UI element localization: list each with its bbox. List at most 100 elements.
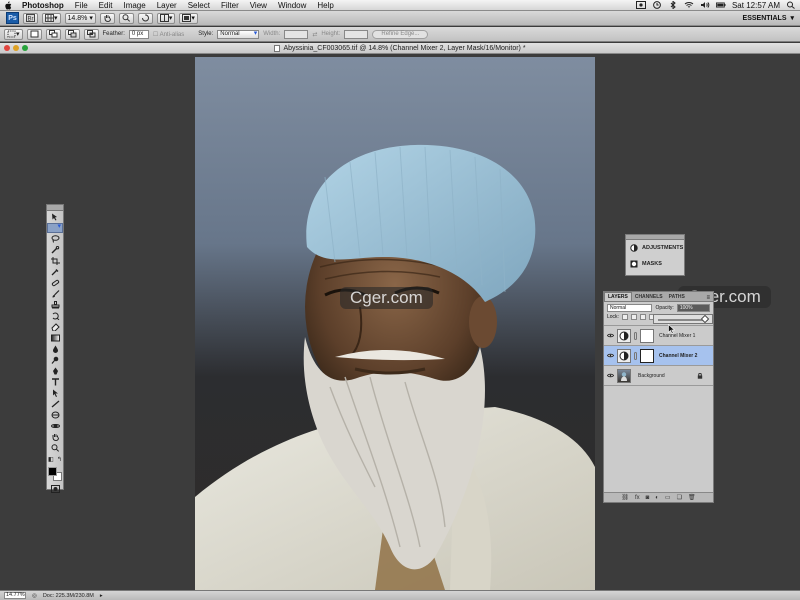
close-window-button[interactable] [4,45,10,51]
zoom-tool[interactable] [48,443,62,453]
3d-orbit-tool[interactable] [48,421,62,431]
minimize-window-button[interactable] [13,45,19,51]
layer-mask-thumbnail[interactable] [640,328,654,343]
menu-view[interactable]: View [250,1,267,10]
layer-row-background[interactable]: Background [604,366,713,386]
menubar-clock[interactable]: Sat 12:57 AM [732,1,780,10]
bluetooth-icon[interactable] [668,1,678,9]
lock-pixels-icon[interactable] [630,314,637,320]
background-layer-thumbnail[interactable] [617,368,631,383]
zoom-window-button[interactable] [22,45,28,51]
eye-icon[interactable] [607,333,614,338]
menu-image[interactable]: Image [123,1,145,10]
default-colors-toggle[interactable]: ◧ ↰ [48,454,62,464]
line-tool[interactable] [48,399,62,409]
height-input[interactable] [344,29,369,39]
lasso-tool[interactable] [48,234,62,244]
gradient-tool[interactable] [48,333,62,343]
tab-paths[interactable]: PATHS [666,293,688,301]
type-tool[interactable] [48,377,62,387]
healing-brush-tool[interactable] [48,278,62,288]
adjustment-layer-thumbnail[interactable] [617,348,631,363]
status-zoom-field[interactable]: 14.77% [4,592,26,599]
view-extras-button[interactable]: ▾ [42,12,61,24]
tab-channels[interactable]: CHANNELS [632,293,666,301]
add-mask-icon[interactable]: ◙ [646,495,650,501]
launch-bridge-button[interactable]: Br [23,12,38,24]
hand-tool-button[interactable] [99,12,115,24]
adjustments-panel-button[interactable]: ADJUSTMENTS [626,240,684,256]
move-tool[interactable] [48,212,62,222]
lock-transparency-icon[interactable] [621,314,628,320]
clone-stamp-tool[interactable] [48,300,62,310]
workspace-switcher[interactable]: ESSENTIALS ▾ [743,14,794,23]
layer-name[interactable]: Channel Mixer 1 [659,333,695,339]
eyedropper-tool[interactable] [48,267,62,277]
feather-input[interactable]: 0 px [128,29,149,39]
menu-select[interactable]: Select [188,1,210,10]
status-info-icon[interactable]: ◎ [32,593,37,599]
delete-layer-icon[interactable]: 🗑 [688,494,696,501]
menu-filter[interactable]: Filter [221,1,239,10]
swap-width-height-icon[interactable]: ⇄ [312,31,317,38]
mask-link-icon[interactable] [634,331,637,340]
path-selection-tool[interactable] [48,388,62,398]
eye-icon[interactable] [607,373,614,378]
time-machine-icon[interactable] [652,1,662,9]
screen-mode-button[interactable]: ▾ [179,12,198,24]
add-to-selection-button[interactable] [45,28,61,40]
blur-tool[interactable] [48,344,62,354]
mask-link-icon[interactable] [634,351,637,360]
menu-help[interactable]: Help [317,1,333,10]
opacity-slider-handle[interactable] [700,314,710,324]
new-selection-button[interactable] [26,28,42,40]
quick-mask-toggle[interactable] [48,484,62,494]
style-select[interactable]: Normal [217,29,260,39]
history-brush-tool[interactable] [48,311,62,321]
panel-menu-icon[interactable]: ≡ [706,295,710,301]
volume-icon[interactable] [700,1,710,9]
layer-row-channel-mixer-2[interactable]: Channel Mixer 2 [604,346,713,366]
pen-tool[interactable] [48,366,62,376]
menu-edit[interactable]: Edit [99,1,113,10]
refine-edge-button[interactable]: Refine Edge... [372,29,429,39]
screen-capture-icon[interactable] [635,1,646,9]
hand-tool[interactable] [48,432,62,442]
rotate-view-button[interactable] [137,12,153,24]
spotlight-search-icon[interactable] [786,1,796,9]
foreground-color-swatch[interactable] [48,467,57,476]
layer-name[interactable]: Background [638,373,665,379]
tab-layers[interactable]: LAYERS [604,292,632,301]
menu-app-name[interactable]: Photoshop [22,1,64,10]
apple-icon[interactable] [4,0,12,10]
tool-preset-picker[interactable]: ▾ [4,28,23,40]
subtract-from-selection-button[interactable] [64,28,80,40]
dodge-tool[interactable] [48,355,62,365]
color-swatches[interactable] [48,467,62,481]
opacity-slider-popup[interactable] [653,314,713,324]
menu-file[interactable]: File [75,1,88,10]
crop-tool[interactable] [48,256,62,266]
brush-tool[interactable] [48,289,62,299]
new-layer-icon[interactable]: ❏ [677,494,682,501]
menu-window[interactable]: Window [278,1,306,10]
quick-selection-tool[interactable] [48,245,62,255]
opacity-input[interactable]: 100% [676,304,710,312]
lock-position-icon[interactable] [639,314,646,320]
layer-name[interactable]: Channel Mixer 2 [659,353,697,359]
menu-layer[interactable]: Layer [157,1,177,10]
arrange-documents-button[interactable]: ▾ [156,12,176,24]
tools-panel-grip[interactable] [47,205,63,211]
wifi-icon[interactable] [684,1,694,9]
adjustment-layer-thumbnail[interactable] [617,328,631,343]
anti-alias-checkbox[interactable]: ☐ Anti-alias [153,31,184,38]
layer-mask-thumbnail[interactable] [640,348,654,363]
new-adjustment-layer-icon[interactable]: ◐ [655,495,659,501]
intersect-selection-button[interactable] [83,28,99,40]
battery-icon[interactable] [715,1,726,9]
3d-rotate-tool[interactable] [48,410,62,420]
layer-row-channel-mixer-1[interactable]: Channel Mixer 1 [604,326,713,346]
width-input[interactable] [284,29,309,39]
zoom-tool-button[interactable] [118,12,134,24]
link-layers-icon[interactable]: ⛓ [621,494,629,501]
